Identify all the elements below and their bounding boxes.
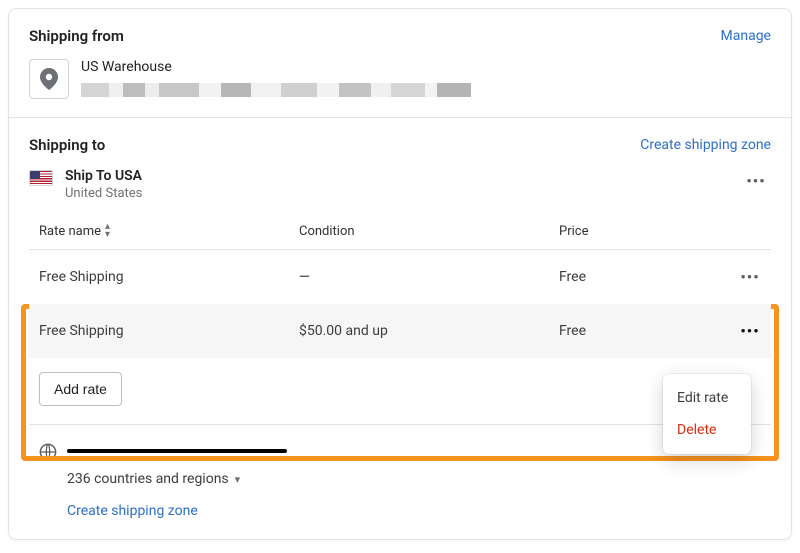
col-rate-name-label: Rate name — [39, 224, 101, 239]
edit-rate-item[interactable]: Edit rate — [663, 382, 751, 414]
manage-link[interactable]: Manage — [721, 28, 771, 44]
col-condition: Condition — [299, 223, 559, 239]
table-row: Free Shipping $50.00 and up Free ••• Edi… — [29, 304, 771, 358]
table-row: Free Shipping — Free ••• — [29, 250, 771, 304]
zone-actions-button[interactable]: ••• — [745, 170, 767, 192]
zone-meta: Ship To USA United States — [65, 168, 142, 201]
highlighted-region: Free Shipping $50.00 and up Free ••• Edi… — [29, 304, 771, 461]
cell-rate-name: Free Shipping — [39, 269, 299, 285]
chevron-down-icon: ▾ — [235, 473, 241, 486]
not-covered-section-partial — [29, 425, 771, 461]
rates-table: Rate name ▴▾ Condition Price Free Shippi… — [29, 213, 771, 539]
shipping-from-section: Shipping from Manage US Warehouse — [9, 9, 791, 117]
zone-header: Ship To USA United States ••• — [29, 168, 771, 201]
shipping-to-section: Shipping to Create shipping zone Ship To… — [9, 118, 791, 539]
shipping-from-title: Shipping from — [29, 27, 124, 45]
shipping-card: Shipping from Manage US Warehouse Shippi… — [8, 8, 792, 540]
not-covered-body: 236 countries and regions ▾ Create shipp… — [29, 463, 771, 539]
shipping-from-row: US Warehouse — [29, 59, 771, 99]
col-rate-name[interactable]: Rate name ▴▾ — [39, 223, 299, 239]
cell-rate-name: Free Shipping — [39, 323, 299, 339]
col-actions — [721, 223, 761, 239]
cell-condition: $50.00 and up — [299, 323, 559, 339]
zone-name: Ship To USA — [65, 168, 142, 184]
add-rate-button[interactable]: Add rate — [39, 372, 122, 406]
globe-icon — [39, 443, 57, 461]
warehouse-info: US Warehouse — [81, 59, 471, 97]
col-price: Price — [559, 223, 721, 239]
row-actions-button[interactable]: ••• — [739, 320, 761, 342]
location-pin-icon — [29, 59, 69, 99]
shipping-to-title: Shipping to — [29, 136, 105, 154]
delete-rate-item[interactable]: Delete — [663, 414, 751, 446]
zone-countries: United States — [65, 186, 142, 201]
create-shipping-zone-link[interactable]: Create shipping zone — [640, 137, 771, 153]
warehouse-name: US Warehouse — [81, 59, 471, 75]
redacted-heading — [67, 449, 287, 453]
cell-price: Free — [559, 269, 721, 285]
add-rate-row: Add rate — [29, 358, 771, 425]
usa-flag-icon — [29, 170, 53, 186]
sort-icon: ▴▾ — [105, 223, 110, 239]
rates-table-header: Rate name ▴▾ Condition Price — [29, 213, 771, 250]
countries-count-text: 236 countries and regions — [67, 471, 229, 487]
cell-condition: — — [299, 269, 559, 285]
cell-price: Free — [559, 323, 721, 339]
countries-count-toggle[interactable]: 236 countries and regions ▾ — [67, 471, 761, 487]
redacted-address — [81, 83, 471, 97]
create-shipping-zone-lower-link[interactable]: Create shipping zone — [67, 503, 198, 519]
row-actions-menu: Edit rate Delete — [663, 374, 751, 454]
row-actions-button[interactable]: ••• — [739, 266, 761, 288]
